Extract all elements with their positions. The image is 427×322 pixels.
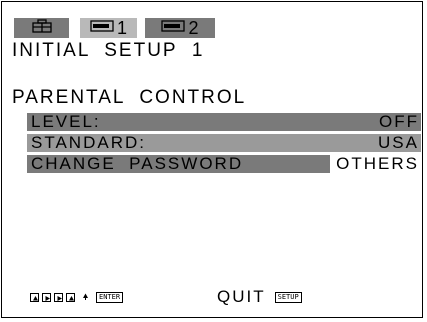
arrow-right-key-icon (42, 293, 51, 302)
standard-row[interactable]: STANDARD: USA (27, 134, 421, 152)
arrow-down-key-icon (66, 293, 75, 302)
page-title: INITIAL SETUP 1 (12, 40, 205, 61)
tab-disc-1[interactable]: 1 (80, 18, 137, 38)
arrow-left-key-icon (54, 293, 63, 302)
section-title: PARENTAL CONTROL (12, 87, 247, 108)
arrow-up-key-icon (30, 293, 39, 302)
navigation-hint: ENTER (30, 292, 124, 303)
enter-key: ENTER (96, 292, 124, 303)
plus-arrow-icon (81, 292, 90, 303)
tab-disc-2[interactable]: 2 (145, 18, 215, 38)
tab-2-label: 2 (188, 18, 199, 38)
disc-icon (161, 19, 186, 37)
quit-label: QUIT (217, 287, 266, 306)
setup-tool-icon (31, 18, 52, 38)
standard-value: USA (378, 133, 419, 152)
level-value: OFF (379, 112, 419, 131)
tab-setup[interactable] (14, 18, 69, 38)
setup-key: SETUP (274, 291, 302, 303)
level-label: LEVEL: (31, 112, 101, 131)
disc-icon (90, 19, 114, 37)
change-password-row[interactable]: CHANGE PASSWORD OTHERS (27, 155, 421, 173)
change-password-value[interactable]: OTHERS (330, 155, 421, 173)
level-row[interactable]: LEVEL: OFF (27, 113, 421, 131)
tab-1-label: 1 (116, 18, 127, 38)
standard-label: STANDARD: (31, 133, 146, 152)
quit-hint: QUIT SETUP (217, 288, 302, 306)
change-password-label: CHANGE PASSWORD (31, 154, 244, 173)
